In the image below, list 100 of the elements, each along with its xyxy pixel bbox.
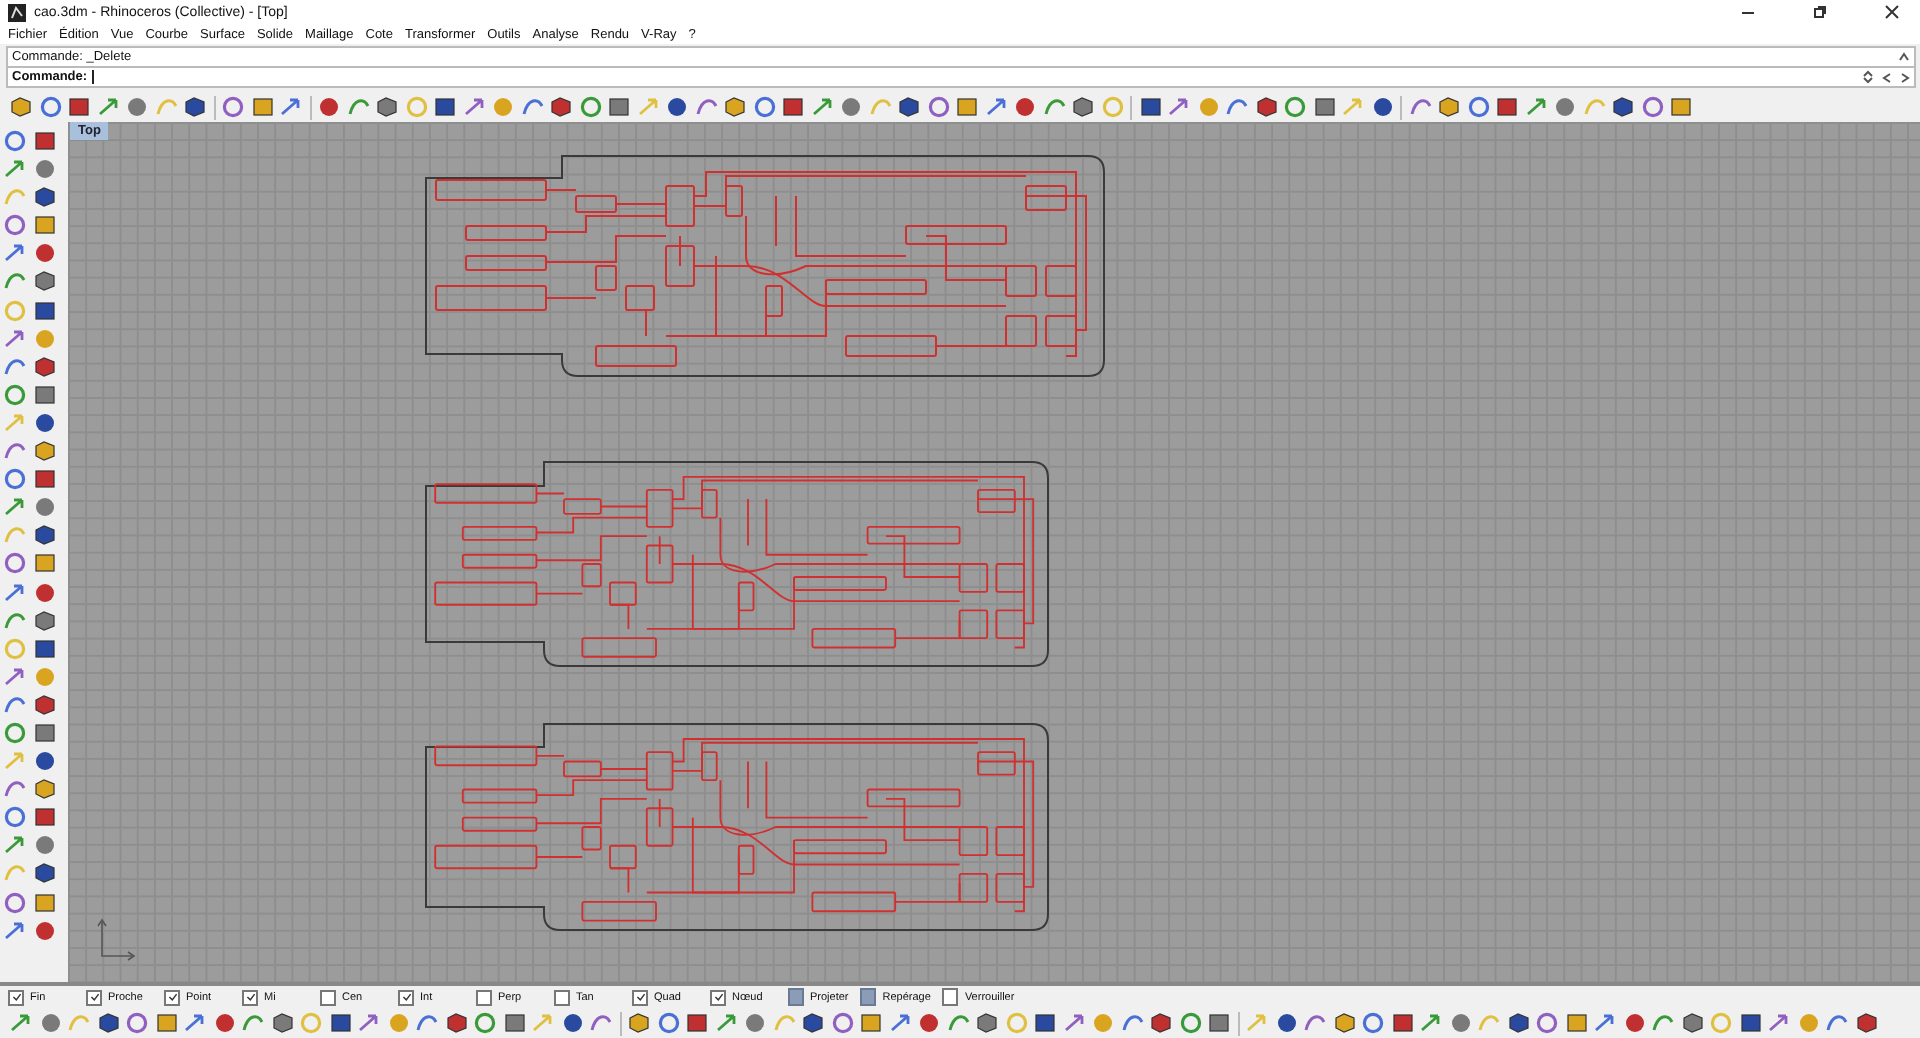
arrow-icon[interactable] [4, 242, 26, 265]
circle-icon[interactable] [4, 130, 26, 152]
arrow-icon[interactable] [889, 1012, 911, 1034]
arrow-icon[interactable] [184, 1012, 206, 1034]
circle-icon[interactable] [753, 96, 775, 118]
arrow-icon[interactable] [985, 96, 1007, 118]
circle-icon[interactable] [4, 468, 26, 491]
curve-icon[interactable] [947, 1012, 969, 1034]
square-icon[interactable] [34, 299, 56, 322]
square-icon[interactable] [503, 1012, 525, 1034]
square-icon[interactable] [34, 383, 56, 406]
circle-icon[interactable] [1179, 1012, 1201, 1034]
arrow-icon[interactable] [4, 834, 26, 857]
circle-icon[interactable] [1362, 1012, 1384, 1034]
curve-icon[interactable] [4, 355, 26, 378]
square-icon[interactable] [34, 214, 56, 237]
square-icon[interactable] [1496, 96, 1518, 118]
arrow-icon[interactable] [4, 581, 26, 603]
checkbox[interactable] [710, 989, 726, 1005]
arrow-icon[interactable] [463, 96, 485, 118]
restore-icon[interactable] [1812, 4, 1828, 20]
circle-icon[interactable] [1284, 96, 1306, 118]
square-icon[interactable] [251, 96, 273, 118]
curve-icon[interactable] [521, 96, 543, 118]
checkbox[interactable] [242, 989, 258, 1005]
arrow-icon[interactable] [1420, 1012, 1442, 1034]
checkbox[interactable] [554, 989, 570, 1005]
square-icon[interactable] [1313, 96, 1335, 118]
square-icon[interactable] [329, 1012, 351, 1034]
circle-icon[interactable] [4, 214, 26, 237]
curve-icon[interactable] [590, 1012, 612, 1034]
arrow-icon[interactable] [1168, 96, 1190, 118]
curve-icon[interactable] [1226, 96, 1248, 118]
square-icon[interactable] [34, 637, 56, 660]
square-icon[interactable] [1670, 96, 1692, 118]
arrow-icon[interactable] [811, 96, 833, 118]
circle-icon[interactable] [4, 891, 26, 914]
circle-icon[interactable] [4, 552, 26, 575]
circle-icon[interactable] [4, 383, 26, 406]
square-icon[interactable] [860, 1012, 882, 1034]
circle-icon[interactable] [474, 1012, 496, 1034]
curve-icon[interactable] [4, 440, 26, 463]
square-icon[interactable] [1139, 96, 1161, 118]
chevron-right-icon[interactable] [1900, 71, 1910, 83]
checkbox[interactable] [398, 989, 414, 1005]
curve-icon[interactable] [4, 778, 26, 801]
curve-icon[interactable] [4, 270, 26, 293]
circle-icon[interactable] [927, 96, 949, 118]
square-icon[interactable] [34, 806, 56, 829]
checkbox[interactable] [476, 989, 492, 1005]
square-icon[interactable] [155, 1012, 177, 1034]
circle-icon[interactable] [1536, 1012, 1558, 1034]
arrow-icon[interactable] [10, 1012, 32, 1034]
arrow-icon[interactable] [97, 96, 119, 118]
square-icon[interactable] [1208, 1012, 1230, 1034]
square-icon[interactable] [686, 1012, 708, 1034]
arrow-icon[interactable] [280, 96, 302, 118]
circle-icon[interactable] [1641, 96, 1663, 118]
circle-icon[interactable] [1467, 96, 1489, 118]
spin-arrows-icon[interactable] [1862, 70, 1874, 84]
curve-icon[interactable] [347, 96, 369, 118]
circle-icon[interactable] [39, 96, 61, 118]
curve-icon[interactable] [695, 96, 717, 118]
square-icon[interactable] [68, 96, 90, 118]
curve-icon[interactable] [1304, 1012, 1326, 1034]
arrow-icon[interactable] [1063, 1012, 1085, 1034]
chevron-left-icon[interactable] [1882, 71, 1892, 83]
square-icon[interactable] [782, 96, 804, 118]
circle-icon[interactable] [222, 96, 244, 118]
square-icon[interactable] [956, 96, 978, 118]
arrow-icon[interactable] [715, 1012, 737, 1034]
arrow-icon[interactable] [4, 919, 26, 942]
arrow-icon[interactable] [4, 158, 26, 181]
checkbox[interactable] [8, 989, 24, 1005]
square-icon[interactable] [34, 552, 56, 575]
arrow-icon[interactable] [4, 327, 26, 350]
square-icon[interactable] [1739, 1012, 1761, 1034]
checkbox[interactable] [86, 989, 102, 1005]
toggle-switch[interactable] [860, 988, 877, 1006]
curve-icon[interactable] [1121, 1012, 1143, 1034]
scroll-up-icon[interactable] [1898, 51, 1910, 63]
circle-icon[interactable] [126, 1012, 148, 1034]
checkbox[interactable] [632, 989, 648, 1005]
toggle-switch[interactable] [788, 988, 804, 1006]
circle-icon[interactable] [4, 806, 26, 829]
square-icon[interactable] [608, 96, 630, 118]
circle-icon[interactable] [579, 96, 601, 118]
curve-icon[interactable] [1826, 1012, 1848, 1034]
toggle-switch[interactable] [942, 988, 959, 1006]
square-icon[interactable] [1034, 1012, 1056, 1034]
circle-icon[interactable] [657, 1012, 679, 1034]
arrow-icon[interactable] [1768, 1012, 1790, 1034]
arrow-icon[interactable] [1525, 96, 1547, 118]
curve-icon[interactable] [4, 693, 26, 716]
curve-icon[interactable] [416, 1012, 438, 1034]
curve-icon[interactable] [4, 609, 26, 632]
checkbox[interactable] [164, 989, 180, 1005]
square-icon[interactable] [1391, 1012, 1413, 1034]
arrow-icon[interactable] [1594, 1012, 1616, 1034]
square-icon[interactable] [34, 891, 56, 914]
